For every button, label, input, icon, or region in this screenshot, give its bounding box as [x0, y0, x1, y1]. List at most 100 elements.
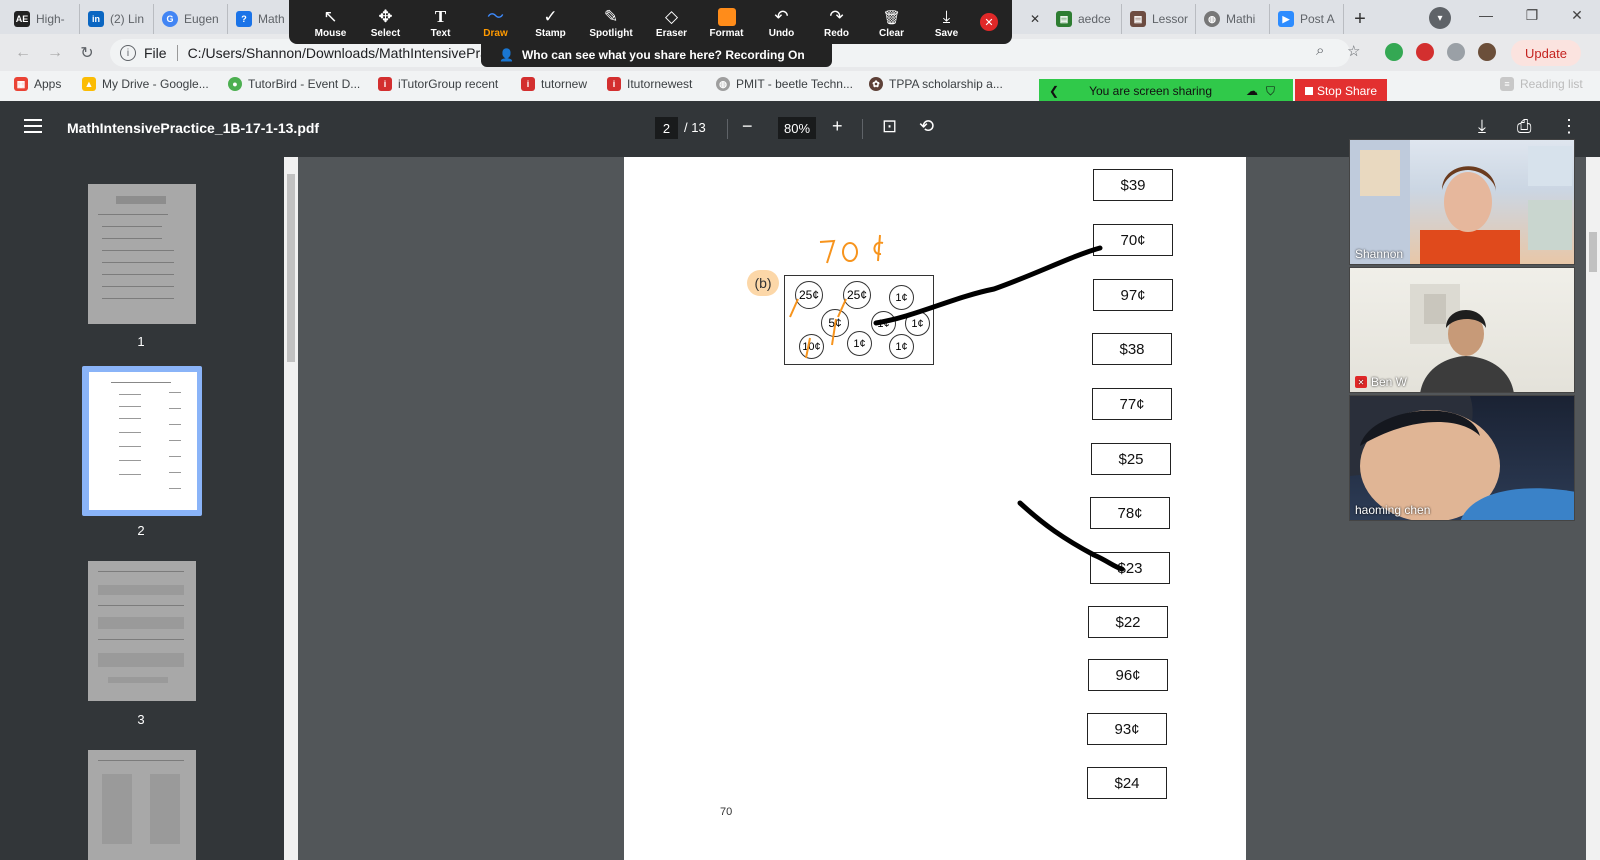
browser-tab[interactable]: AE High-	[6, 4, 80, 34]
download-icon[interactable]: ⤓	[1478, 116, 1486, 137]
tutorbird-icon: ●	[228, 77, 242, 91]
itutor-icon: i	[607, 77, 621, 91]
bookmark-apps[interactable]: ▦ Apps	[14, 77, 61, 91]
video-tile-haoming[interactable]: haoming chen	[1349, 395, 1575, 521]
close-toolbar-icon[interactable]: ✕	[980, 13, 998, 31]
itutor-icon: i	[378, 77, 392, 91]
video-tile-ben[interactable]: ✕ Ben W	[1349, 267, 1575, 393]
zoom-icon: ▶	[1278, 11, 1294, 27]
page-thumbnail-1[interactable]	[88, 184, 196, 324]
restore-icon[interactable]: ❐	[1509, 0, 1555, 30]
tab-search-icon[interactable]: ▾	[1429, 7, 1451, 29]
rotate-icon[interactable]: ⟲	[919, 116, 934, 137]
page-thumbnail-2[interactable]	[89, 372, 197, 510]
zoom-level-input[interactable]: 80%	[778, 117, 816, 139]
bookmark-item[interactable]: ▲ My Drive - Google...	[82, 77, 209, 91]
bookmark-item[interactable]: ● TutorBird - Event D...	[228, 77, 360, 91]
bookmark-item[interactable]: ✿ TPPA scholarship a...	[869, 77, 1003, 91]
bookmark-item[interactable]: i tutornew	[521, 77, 587, 91]
undo-tool[interactable]: ↶ Undo	[754, 6, 809, 39]
extension-icon[interactable]	[1385, 43, 1403, 61]
update-button[interactable]: Update	[1511, 40, 1581, 66]
clear-tool[interactable]: 🗑 Clear	[864, 6, 919, 39]
tool-label: Format	[709, 27, 744, 39]
print-icon[interactable]: ⎙	[1517, 116, 1531, 137]
ae-icon: AE	[14, 11, 30, 27]
tool-label: Spotlight	[589, 27, 633, 39]
participant-name: Shannon	[1355, 247, 1403, 261]
pdf-page: $39 70¢ 97¢ $38 77¢ $25 78¢ $23 $22 96¢ …	[624, 157, 1246, 860]
minimize-icon[interactable]: —	[1463, 0, 1509, 30]
pdf-filename: MathIntensivePractice_1B-17-1-13.pdf	[67, 120, 320, 136]
browser-tab[interactable]: ▤ Lessor	[1122, 4, 1196, 34]
eraser-icon: ◇	[664, 6, 679, 26]
browser-tab[interactable]: ▤ aedce	[1048, 4, 1122, 34]
url-text: C:/Users/Shannon/Downloads/MathIntensive…	[187, 45, 495, 61]
page-number-input[interactable]: 2	[655, 117, 678, 139]
person-icon: 👤	[499, 48, 514, 62]
stop-share-label: Stop Share	[1316, 84, 1378, 98]
browser-tab[interactable]: ◍ Mathi	[1196, 4, 1270, 34]
pin-icon: ❮	[1049, 84, 1060, 98]
zoom-lens-icon[interactable]: ⌕	[1316, 42, 1324, 59]
bookmark-item[interactable]: ◍ PMIT - beetle Techn...	[716, 77, 853, 91]
bookmark-star-icon[interactable]: ☆	[1347, 42, 1360, 60]
spotlight-tool[interactable]: ✎ Spotlight	[578, 6, 644, 39]
reload-icon[interactable]: ↻	[76, 42, 98, 64]
reading-list[interactable]: ≡ Reading list	[1500, 77, 1583, 91]
video-tile-shannon[interactable]: Shannon	[1349, 139, 1575, 265]
shield-icon: ⛉	[1266, 83, 1276, 98]
stop-icon	[1304, 87, 1313, 95]
ublock-icon[interactable]	[1416, 43, 1434, 61]
browser-tab-close[interactable]: ✕	[1016, 4, 1048, 34]
tool-label: Redo	[824, 27, 849, 39]
tool-label: Undo	[768, 27, 795, 39]
page-thumbnail-4[interactable]	[88, 750, 196, 860]
recording-banner[interactable]: 👤 Who can see what you share here? Recor…	[481, 43, 832, 67]
puzzle-icon[interactable]	[1447, 43, 1465, 61]
eraser-tool[interactable]: ◇ Eraser	[644, 6, 699, 39]
screen-sharing-bar[interactable]: ❮ You are screen sharing ☁ ⛉	[1039, 79, 1293, 103]
annotation-toolbar: ↖ Mouse ✥ Select T Text 〜 Draw ✓ Stamp ✎ Spotl…	[289, 0, 1012, 44]
tool-label: Draw	[483, 27, 508, 39]
forward-icon[interactable]: →	[44, 42, 66, 64]
participant-name: haoming chen	[1355, 503, 1430, 517]
tab-label: Lessor	[1152, 12, 1189, 26]
stop-share-button[interactable]: Stop Share	[1295, 79, 1387, 103]
thumbnail-number: 3	[137, 712, 145, 727]
redo-tool[interactable]: ↷ Redo	[809, 6, 864, 39]
site-info-icon[interactable]: i	[120, 45, 136, 61]
bookmark-label: tutornew	[541, 77, 588, 91]
close-icon[interactable]: ✕	[1030, 12, 1040, 26]
draw-tool[interactable]: 〜 Draw	[468, 6, 523, 39]
profile-avatar[interactable]	[1478, 43, 1496, 61]
select-tool[interactable]: ✥ Select	[358, 6, 413, 39]
window-close-icon[interactable]: ✕	[1554, 0, 1600, 30]
reading-list-label: Reading list	[1520, 77, 1583, 91]
back-icon[interactable]: ←	[12, 42, 34, 64]
menu-icon[interactable]	[24, 119, 42, 133]
save-tool[interactable]: ⤓ Save	[919, 6, 974, 39]
browser-tab[interactable]: ▶ Post A	[1270, 4, 1344, 34]
page-thumbnail-3[interactable]	[88, 561, 196, 701]
browser-tab[interactable]: G Eugen	[154, 4, 228, 34]
zoom-out-icon[interactable]: −	[742, 116, 753, 137]
text-tool[interactable]: T Text	[413, 6, 468, 39]
stamp-tool[interactable]: ✓ Stamp	[523, 6, 578, 39]
tppa-icon: ✿	[869, 77, 883, 91]
format-tool[interactable]: Format	[699, 6, 754, 39]
bookmark-label: Apps	[34, 77, 62, 91]
mouse-tool[interactable]: ↖ Mouse	[303, 6, 358, 39]
url-scheme: File	[144, 45, 167, 61]
bookmark-item[interactable]: i Itutornewest	[607, 77, 692, 91]
sidebar-scroll-thumb[interactable]	[287, 174, 295, 362]
fit-page-icon[interactable]: ⊡	[882, 116, 897, 137]
zoom-in-icon[interactable]: +	[832, 116, 843, 137]
browser-tab[interactable]: in (2) Lin	[80, 4, 154, 34]
cross-mark	[789, 298, 799, 318]
bookmark-item[interactable]: i iTutorGroup recent	[378, 77, 498, 91]
browser-tab[interactable]: ? Math	[228, 4, 290, 34]
document-scroll-thumb[interactable]	[1589, 232, 1597, 272]
new-tab-button[interactable]: +	[1347, 6, 1373, 32]
more-options-icon[interactable]: ⋮	[1560, 116, 1578, 137]
